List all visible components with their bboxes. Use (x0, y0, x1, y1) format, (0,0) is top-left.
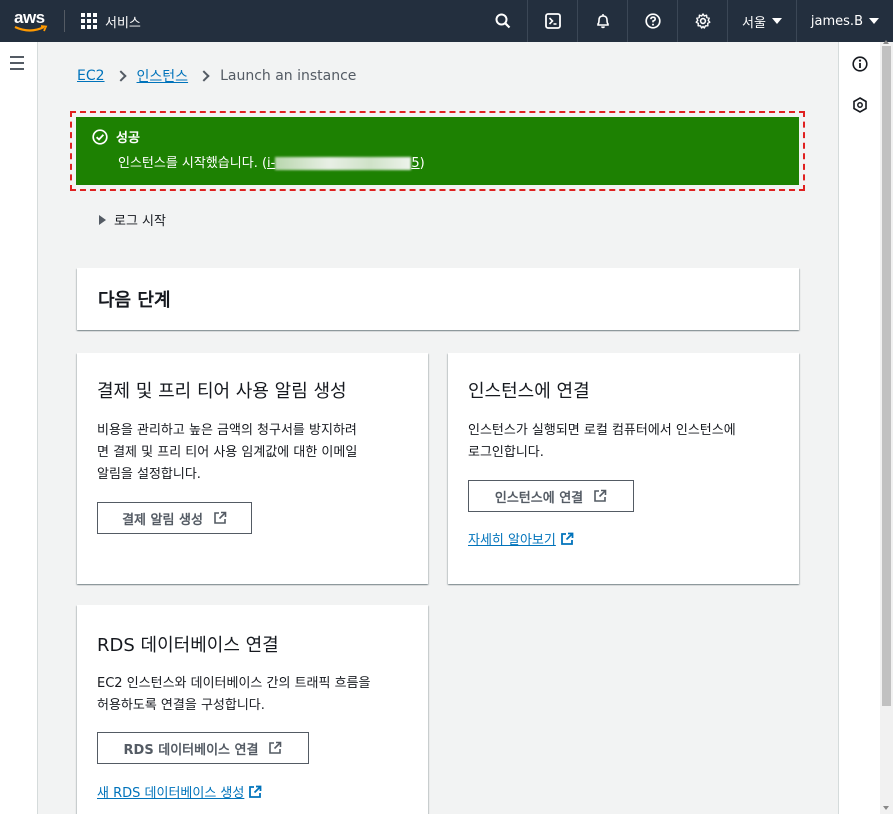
scrollbar-thumb[interactable] (882, 46, 891, 706)
billing-body-line-3: 알림을 설정합니다. (97, 467, 201, 482)
username-label: james.B (810, 13, 863, 29)
caret-right-icon (99, 214, 106, 225)
external-link-icon (249, 785, 262, 798)
menu-icon[interactable] (10, 56, 24, 74)
cloudshell-button[interactable] (528, 0, 578, 42)
instance-id-start: i- (267, 156, 276, 171)
rds-card-title: RDS 데이터베이스 연결 (97, 635, 279, 656)
rds-body-line-1: EC2 인스턴스와 데이터베이스 간의 트래픽 흐름을 (97, 676, 371, 691)
bell-icon (596, 14, 609, 29)
external-link-icon (269, 741, 282, 754)
info-icon[interactable] (852, 56, 868, 72)
help-button[interactable] (628, 0, 678, 42)
flash-message-prefix: 인스턴스를 시작했습니다. ( (118, 156, 268, 171)
next-steps-title: 다음 단계 (98, 290, 171, 311)
cloudshell-icon (544, 13, 561, 29)
connect-body-line-1: 인스턴스가 실행되면 로컬 컴퓨터에서 인스턴스에 (468, 423, 736, 438)
chevron-down-icon (869, 18, 879, 24)
connect-instance-card: 인스턴스에 연결 인스턴스가 실행되면 로컬 컴퓨터에서 인스턴스에 로그인합니… (448, 353, 799, 584)
region-selector[interactable]: 서울 (728, 0, 797, 42)
create-rds-link[interactable]: 새 RDS 데이터베이스 생성 (97, 782, 262, 801)
connect-rds-label: RDS 데이터베이스 연결 (123, 742, 259, 758)
rds-body-line-2: 허용하도록 연결을 구성합니다. (97, 698, 265, 713)
search-button[interactable] (478, 0, 528, 42)
instance-id-link[interactable]: i- 5 (267, 156, 420, 171)
breadcrumb-instances[interactable]: 인스턴스 (137, 66, 189, 86)
breadcrumb: EC2 인스턴스 Launch an instance (77, 66, 356, 86)
success-flash-highlight: 성공 인스턴스를 시작했습니다. (i- 5) (70, 111, 805, 191)
hexagon-icon[interactable] (852, 97, 868, 113)
services-label: 서비스 (105, 15, 141, 31)
rds-connect-card: RDS 데이터베이스 연결 EC2 인스턴스와 데이터베이스 간의 트래픽 흐름… (77, 605, 428, 814)
external-link-icon (560, 532, 574, 545)
aws-smile-icon (14, 25, 48, 32)
scrollbar[interactable] (880, 40, 893, 814)
learn-more-link[interactable]: 자세히 알아보기 (468, 529, 574, 548)
notifications-button[interactable] (578, 0, 628, 42)
region-label: 서울 (742, 15, 766, 31)
check-circle-icon (92, 128, 108, 145)
connect-instance-button[interactable]: 인스턴스에 연결 (468, 480, 634, 512)
account-menu[interactable]: james.B (797, 0, 893, 42)
services-menu[interactable]: 서비스 (81, 12, 141, 31)
top-right-controls: 서울 james.B (478, 0, 893, 42)
aws-logo[interactable]: aws (0, 0, 64, 42)
create-rds-label: 새 RDS 데이터베이스 생성 (97, 786, 245, 801)
billing-body-line-1: 비용을 관리하고 높은 금액의 청구서를 방지하려 (97, 423, 357, 438)
breadcrumb-ec2[interactable]: EC2 (77, 68, 105, 84)
launch-log-toggle[interactable]: 로그 시작 (99, 210, 166, 229)
connect-instance-label: 인스턴스에 연결 (494, 490, 584, 506)
billing-alert-card: 결제 및 프리 티어 사용 알림 생성 비용을 관리하고 높은 금액의 청구서를… (77, 353, 428, 584)
success-flash: 성공 인스턴스를 시작했습니다. (i- 5) (76, 117, 799, 185)
next-steps-header: 다음 단계 (77, 268, 799, 330)
create-billing-alert-label: 결제 알림 생성 (122, 512, 203, 528)
grid-icon (81, 13, 97, 29)
billing-card-title: 결제 및 프리 티어 사용 알림 생성 (97, 381, 347, 402)
gear-icon (695, 13, 710, 29)
redacted-instance-id (275, 157, 412, 170)
search-icon (495, 13, 510, 29)
chevron-down-icon (771, 18, 782, 24)
scroll-down-icon[interactable] (883, 806, 889, 810)
flash-title: 성공 (116, 131, 140, 146)
flash-message: 인스턴스를 시작했습니다. (i- 5) (118, 152, 799, 171)
left-nav-rail (0, 42, 38, 814)
connect-body-line-2: 로그인합니다. (468, 445, 544, 460)
connect-card-body: 인스턴스가 실행되면 로컬 컴퓨터에서 인스턴스에 로그인합니다. (468, 420, 736, 464)
scroll-up-icon[interactable] (883, 40, 889, 44)
billing-card-body: 비용을 관리하고 높은 금액의 청구서를 방지하려 면 결제 및 프리 티어 사… (97, 420, 357, 486)
chevron-right-icon (114, 70, 127, 82)
breadcrumb-current: Launch an instance (220, 68, 357, 84)
chevron-right-icon (198, 70, 210, 82)
help-icon (644, 13, 661, 29)
flash-message-suffix: ) (419, 156, 425, 171)
top-navigation: aws 서비스 서울 james.B (0, 0, 893, 42)
create-billing-alert-button[interactable]: 결제 알림 생성 (97, 502, 252, 534)
external-link-icon (594, 489, 607, 502)
rds-card-body: EC2 인스턴스와 데이터베이스 간의 트래픽 흐름을 허용하도록 연결을 구성… (97, 673, 370, 717)
nav-divider (64, 10, 65, 32)
connect-card-title: 인스턴스에 연결 (468, 381, 590, 402)
billing-body-line-2: 면 결제 및 프리 티어 사용 임계값에 대한 이메일 (97, 445, 358, 460)
learn-more-label: 자세히 알아보기 (468, 533, 556, 548)
launch-log-label: 로그 시작 (114, 214, 166, 229)
connect-rds-button[interactable]: RDS 데이터베이스 연결 (97, 732, 309, 764)
external-link-icon (214, 511, 227, 524)
instance-id-end: 5 (411, 156, 420, 171)
right-tools-rail (838, 42, 880, 814)
settings-button[interactable] (678, 0, 728, 42)
